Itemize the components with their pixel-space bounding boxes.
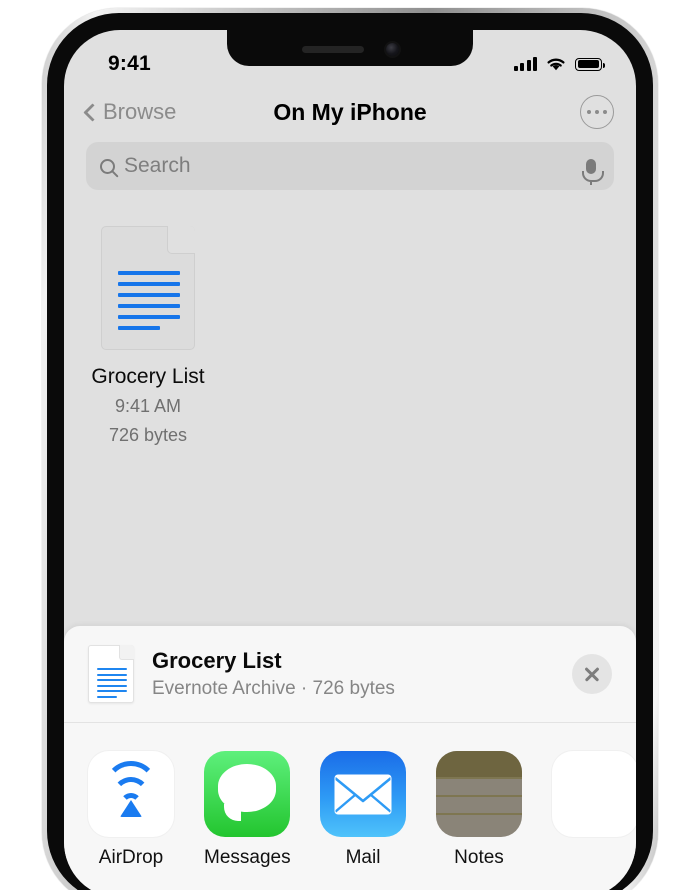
- document-icon: [88, 645, 134, 703]
- search-input[interactable]: Search: [86, 142, 614, 190]
- screenshot-root: 9:41 Browse On My iPhone Search Grocery …: [0, 0, 700, 890]
- file-name: Grocery List: [91, 365, 205, 388]
- file-time: 9:41 AM: [114, 396, 182, 417]
- ellipsis-circle-icon[interactable]: [580, 95, 614, 129]
- file-grid: Grocery List 9:41 AM 726 bytes: [64, 226, 636, 448]
- share-target-messages[interactable]: Messages: [204, 751, 291, 869]
- battery-full-icon: [575, 57, 606, 71]
- device-bezel: 9:41 Browse On My iPhone Search Grocery …: [47, 13, 653, 890]
- share-sheet-header: Grocery List Evernote Archive · 726 byte…: [64, 626, 636, 722]
- back-button-label: Browse: [103, 99, 177, 124]
- document-fold: [119, 645, 134, 660]
- file-item[interactable]: Grocery List 9:41 AM 726 bytes: [86, 226, 210, 448]
- wifi-icon: [547, 58, 565, 71]
- microphone-icon[interactable]: [582, 158, 604, 185]
- share-target-label: Messages: [204, 847, 291, 868]
- front-camera-icon: [385, 43, 399, 56]
- close-icon[interactable]: [572, 654, 612, 694]
- airdrop-icon: [88, 751, 174, 837]
- status-bar-clock: 9:41: [108, 52, 151, 75]
- document-lines: [118, 271, 180, 330]
- search-placeholder: Search: [124, 154, 191, 177]
- share-target-label: Mail: [345, 847, 381, 868]
- share-target-mail[interactable]: Mail: [320, 751, 406, 869]
- device-screen: 9:41 Browse On My iPhone Search Grocery …: [64, 30, 636, 890]
- share-target-label: Notes: [454, 847, 504, 868]
- document-lines: [97, 668, 127, 698]
- share-target-label: AirDrop: [98, 847, 164, 868]
- share-target-notes[interactable]: Notes: [436, 751, 522, 869]
- iphone-device-frame: 9:41 Browse On My iPhone Search Grocery …: [42, 8, 658, 890]
- share-app-row: AirDrop Messages Mail Notes: [64, 723, 636, 869]
- share-target-partial[interactable]: [552, 751, 636, 847]
- partial-app-icon: [552, 751, 636, 837]
- navigation-bar: Browse On My iPhone: [64, 84, 636, 140]
- document-fold: [167, 226, 195, 254]
- share-target-airdrop[interactable]: AirDrop: [88, 751, 174, 869]
- messages-icon: [204, 751, 290, 837]
- search-icon: [100, 158, 115, 174]
- notch: [227, 30, 473, 66]
- notes-icon: [436, 751, 522, 837]
- back-button[interactable]: Browse: [83, 99, 177, 125]
- share-sheet: Grocery List Evernote Archive · 726 byte…: [64, 626, 636, 890]
- document-icon: [101, 226, 195, 350]
- share-item-title: Grocery List: [152, 647, 282, 673]
- earpiece-speaker-icon: [301, 46, 364, 53]
- chevron-left-icon: [83, 102, 102, 122]
- cellular-bars-icon: [513, 57, 537, 71]
- mail-icon: [320, 751, 406, 837]
- share-sheet-item-info: Grocery List Evernote Archive · 726 byte…: [152, 647, 572, 701]
- status-bar-indicators: [513, 56, 606, 72]
- search-bar-container: Search: [64, 142, 636, 190]
- file-size: 726 bytes: [108, 425, 188, 446]
- share-item-subtitle: Evernote Archive · 726 bytes: [152, 678, 395, 700]
